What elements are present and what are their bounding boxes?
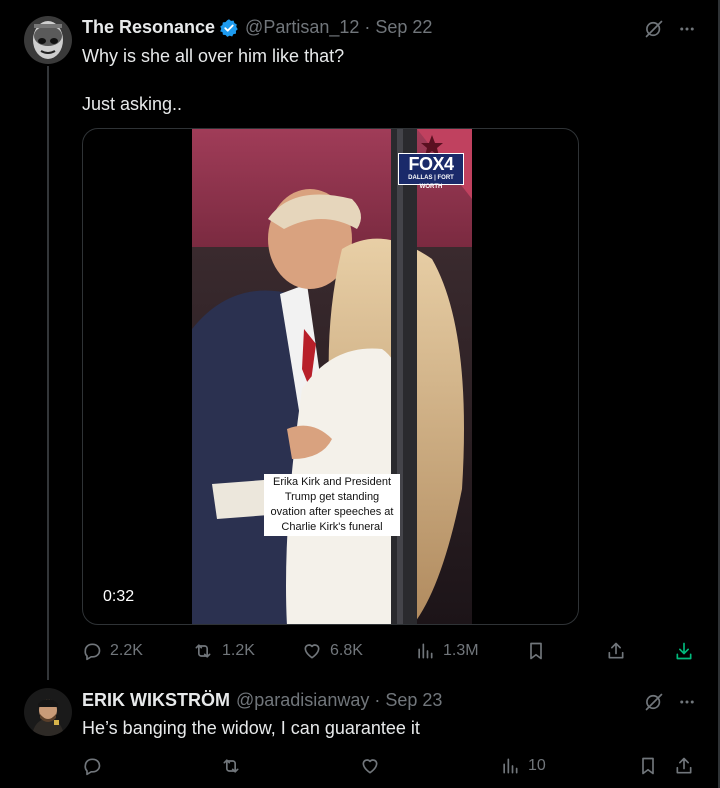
video-frame: FOX4 DALLAS | FORT WORTH Erika Kirk and … bbox=[192, 129, 472, 624]
grok-icon[interactable] bbox=[644, 19, 664, 39]
bookmark-icon bbox=[530, 642, 542, 660]
tweet-text: He’s banging the widow, I can guarantee … bbox=[82, 718, 420, 738]
view-count: 1.3M bbox=[443, 642, 479, 659]
reply-icon bbox=[84, 643, 101, 661]
repost-icon bbox=[195, 644, 211, 658]
reply-count: 2.2K bbox=[110, 642, 143, 659]
avatar[interactable] bbox=[24, 688, 72, 736]
repost-count: 1.2K bbox=[222, 642, 255, 659]
view-count: 10 bbox=[528, 757, 546, 774]
video-duration: 0:32 bbox=[103, 588, 135, 605]
thread-line bbox=[47, 66, 49, 680]
network-logo-subtitle: DALLAS | FORT WORTH bbox=[408, 175, 454, 190]
heart-icon bbox=[304, 644, 320, 659]
share-button[interactable] bbox=[674, 756, 694, 776]
bookmark-button[interactable] bbox=[638, 756, 658, 776]
tweet-top-icons bbox=[644, 19, 696, 39]
separator-dot: · bbox=[364, 17, 371, 37]
verified-badge-icon bbox=[219, 18, 239, 38]
download-icon bbox=[676, 642, 692, 660]
bookmark-button[interactable] bbox=[526, 641, 546, 661]
video-still-image bbox=[192, 129, 472, 624]
share-icon bbox=[676, 757, 692, 774]
share-button[interactable] bbox=[606, 641, 626, 661]
like-count: 6.8K bbox=[330, 642, 363, 659]
views-icon bbox=[418, 643, 433, 659]
heart-icon bbox=[362, 759, 378, 774]
author-handle[interactable]: @Partisan_12 bbox=[245, 17, 359, 38]
video-caption: Erika Kirk and President Trump get stand… bbox=[264, 474, 400, 536]
author-handle[interactable]: @paradisianway bbox=[236, 690, 369, 711]
tweet-date[interactable]: Sep 22 bbox=[375, 17, 432, 38]
tweet-actions: 10 bbox=[82, 756, 702, 776]
tweet-text-line: Why is she all over him like that? bbox=[82, 46, 345, 66]
views-button[interactable]: 10 bbox=[500, 756, 546, 776]
views-button[interactable]: 1.3M bbox=[415, 641, 479, 661]
more-options-icon[interactable] bbox=[678, 693, 696, 711]
tweet-top-icons bbox=[644, 692, 696, 712]
repost-icon bbox=[223, 759, 239, 773]
network-logo-text: FOX4 bbox=[408, 154, 454, 174]
tweet-actions: 2.2K 1.2K 6.8K 1.3M bbox=[82, 641, 702, 661]
video-player[interactable]: FOX4 DALLAS | FORT WORTH Erika Kirk and … bbox=[82, 128, 579, 625]
separator-dot: · bbox=[374, 690, 381, 710]
reply-icon bbox=[84, 758, 101, 776]
tweet-date[interactable]: Sep 23 bbox=[385, 690, 442, 711]
more-options-icon[interactable] bbox=[678, 20, 696, 38]
tweet-header: ERIK WIKSTRÖM @paradisianway · Sep 23 bbox=[82, 690, 442, 711]
views-icon bbox=[503, 758, 518, 774]
repost-button[interactable]: 1.2K bbox=[192, 641, 255, 661]
timeline-frame: The Resonance @Partisan_12 · Sep 22 Why … bbox=[0, 0, 720, 788]
author-name[interactable]: The Resonance bbox=[82, 17, 215, 38]
share-icon bbox=[608, 642, 624, 659]
tweet-text-line: Just asking.. bbox=[82, 94, 183, 114]
like-button[interactable] bbox=[360, 756, 380, 776]
grok-icon[interactable] bbox=[644, 692, 664, 712]
avatar[interactable] bbox=[24, 16, 72, 64]
bookmark-icon bbox=[642, 757, 654, 775]
reply-button[interactable] bbox=[82, 756, 102, 776]
like-button[interactable]: 6.8K bbox=[302, 641, 363, 661]
tweet-header: The Resonance @Partisan_12 · Sep 22 bbox=[82, 17, 432, 38]
network-logo: FOX4 DALLAS | FORT WORTH bbox=[398, 153, 464, 190]
reply-button[interactable]: 2.2K bbox=[82, 641, 143, 661]
download-button[interactable] bbox=[674, 641, 694, 661]
author-name[interactable]: ERIK WIKSTRÖM bbox=[82, 690, 230, 711]
repost-button[interactable] bbox=[220, 756, 242, 776]
